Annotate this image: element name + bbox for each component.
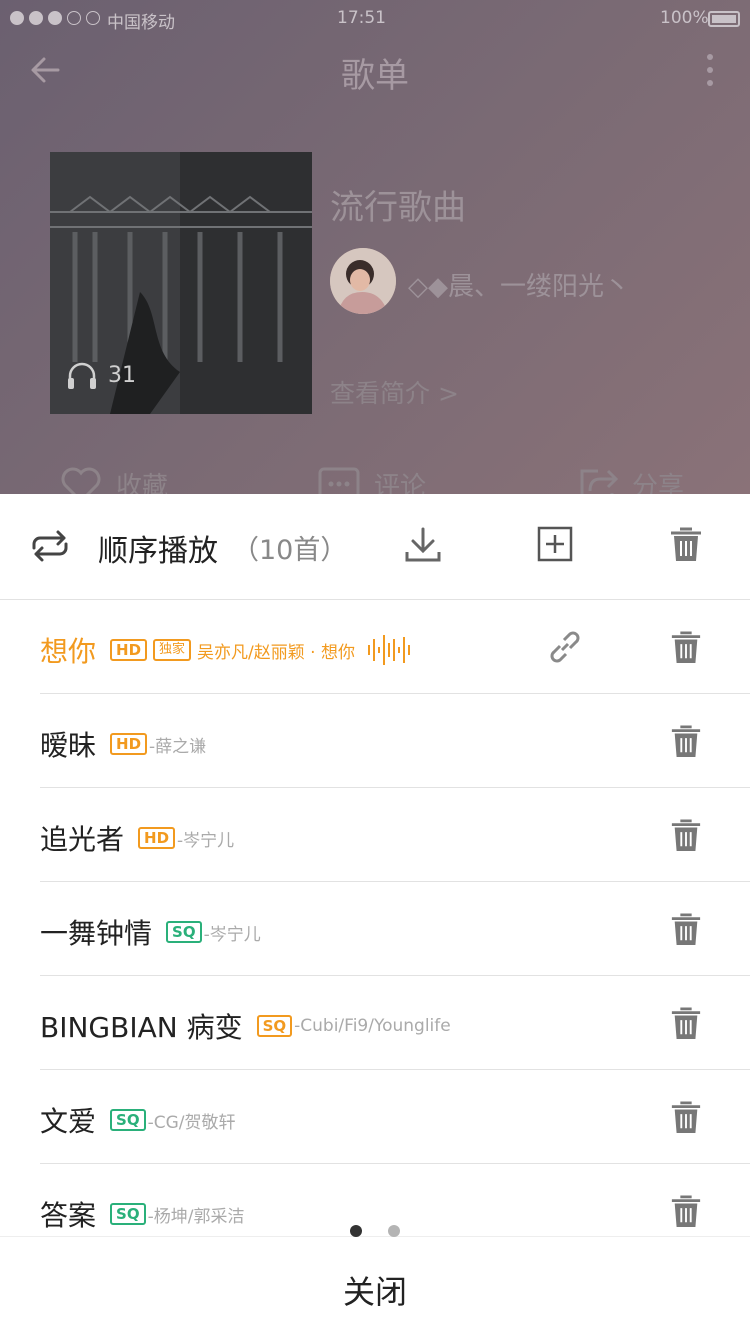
carrier-name: 中国移动 — [107, 13, 175, 33]
playlist-queue-sheet: 顺序播放 （10首） 想你 HD 独家 吴亦凡/赵丽颖 · 想你 暧昧 HD -… — [0, 494, 750, 1334]
delete-all-icon[interactable] — [669, 525, 703, 563]
song-artist: 吴亦凡/赵丽颖 · 想你 — [197, 642, 355, 663]
hd-badge: HD — [110, 639, 148, 661]
song-title: 一舞钟情 — [40, 917, 153, 950]
delete-icon[interactable] — [670, 1004, 702, 1042]
sq-badge: SQ — [166, 921, 202, 943]
song-title: BINGBIAN 病变 — [40, 1011, 243, 1044]
delete-icon[interactable] — [670, 722, 702, 760]
close-button[interactable]: 关闭 — [0, 1267, 750, 1313]
song-title: 追光者 — [40, 823, 125, 856]
list-item[interactable]: BINGBIAN 病变 SQ -Cubi/Fi9/Younglife — [40, 976, 750, 1070]
list-item[interactable]: 暧昧 HD -薛之谦 — [40, 694, 750, 788]
battery-percent: 100% — [660, 8, 709, 28]
song-title: 想你 — [40, 635, 97, 668]
song-artist: -岑宁儿 — [203, 924, 261, 945]
song-title: 暧昧 — [40, 729, 97, 762]
song-count: （10首） — [232, 535, 348, 566]
creator-avatar[interactable] — [330, 248, 396, 314]
song-artist: -CG/贺敬轩 — [147, 1112, 236, 1133]
delete-icon[interactable] — [670, 1098, 702, 1136]
now-playing-wave-icon — [368, 635, 410, 665]
list-item[interactable]: 一舞钟情 SQ -岑宁儿 — [40, 882, 750, 976]
link-icon[interactable] — [546, 628, 584, 666]
page-title: 歌单 — [341, 56, 409, 96]
cover-play-count: 31 — [66, 360, 136, 390]
delete-icon[interactable] — [670, 910, 702, 948]
avatar-image — [330, 248, 396, 314]
play-mode-label[interactable]: 顺序播放 — [98, 526, 218, 570]
sq-badge: SQ — [256, 1015, 293, 1037]
battery-icon — [708, 11, 740, 27]
list-item[interactable]: 文爱 SQ -CG/贺敬轩 — [40, 1070, 750, 1164]
page-dot[interactable] — [388, 1225, 400, 1237]
headphones-icon — [68, 362, 96, 389]
song-artist: -杨坤/郭采洁 — [147, 1206, 245, 1227]
exclusive-badge: 独家 — [153, 639, 192, 661]
song-artist: -薛之谦 — [149, 736, 207, 757]
hd-badge: HD — [110, 733, 148, 755]
page-indicator — [0, 1225, 750, 1237]
nav-bar: 歌单 — [0, 40, 750, 100]
sheet-footer: 关闭 — [0, 1225, 750, 1334]
play-count: 31 — [108, 362, 136, 388]
sq-badge: SQ — [110, 1109, 146, 1131]
repeat-icon[interactable] — [28, 526, 72, 566]
download-icon[interactable] — [404, 526, 442, 564]
view-intro-link[interactable]: 查看简介 > — [330, 374, 459, 410]
hd-badge: HD — [138, 827, 176, 849]
signal-strength-icon — [10, 11, 100, 25]
delete-icon[interactable] — [670, 816, 702, 854]
song-artist: -岑宁儿 — [177, 830, 235, 851]
status-time: 17:51 — [337, 8, 386, 28]
playlist-page-background: 中国移动 17:51 100% 歌单 31 流行歌曲 ◇◆晨、一缕阳光丶 查看简… — [0, 0, 750, 503]
sq-badge: SQ — [110, 1203, 146, 1225]
list-item[interactable]: 想你 HD 独家 吴亦凡/赵丽颖 · 想你 — [40, 600, 750, 694]
song-list: 想你 HD 独家 吴亦凡/赵丽颖 · 想你 暧昧 HD -薛之谦 追光者 HD … — [0, 600, 750, 1258]
playlist-title: 流行歌曲 — [330, 188, 466, 228]
song-title: 文爱 — [40, 1105, 97, 1138]
add-to-playlist-icon[interactable] — [537, 526, 573, 562]
page-dot-active — [350, 1225, 362, 1237]
song-artist: -Cubi/Fi9/Younglife — [294, 1016, 451, 1036]
delete-icon[interactable] — [670, 628, 702, 666]
status-bar: 中国移动 17:51 100% — [0, 0, 750, 40]
list-item[interactable]: 追光者 HD -岑宁儿 — [40, 788, 750, 882]
more-vertical-icon[interactable] — [700, 52, 720, 88]
creator-name[interactable]: ◇◆晨、一缕阳光丶 — [408, 266, 630, 303]
queue-header: 顺序播放 （10首） — [0, 494, 750, 600]
